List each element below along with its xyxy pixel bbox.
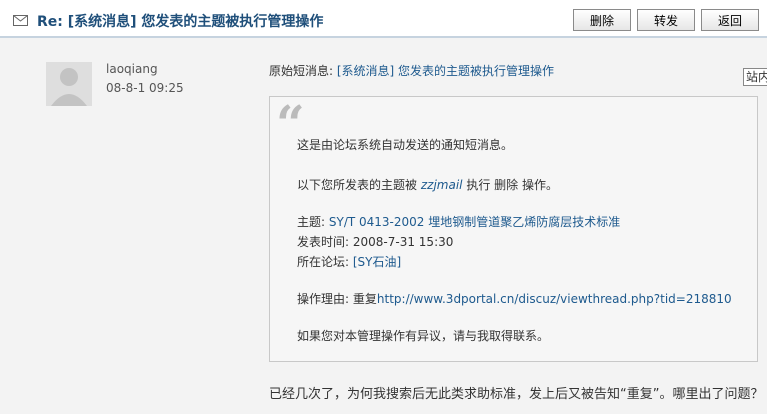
subject-label: 主题: [297,215,326,229]
back-button[interactable]: 返回 [701,9,759,31]
posttime-value: 2008-7-31 15:30 [352,235,454,249]
reason-line: 操作理由: 重复http://www.3dportal.cn/discuz/vi… [297,290,732,307]
username: laoqiang [106,62,158,76]
reason-prefix: 重复 [352,292,377,306]
original-label: 原始短消息: [269,64,334,78]
action-suffix: 执行 删除 操作。 [466,178,558,192]
original-link[interactable]: [系统消息] 您发表的主题被执行管理操作 [337,64,554,78]
avatar [46,62,92,106]
message-content: laoqiang 08-8-1 09:25 原始短消息: [系统消息] 您发表的… [0,38,767,414]
action-prefix: 以下您所发表的主题被 [297,178,418,192]
original-message: 原始短消息: [系统消息] 您发表的主题被执行管理操作 [269,62,554,79]
page-title: Re: [系统消息] 您发表的主题被执行管理操作 [37,14,324,30]
quote-line-action: 以下您所发表的主题被 zzjmail 执行 删除 操作。 [297,176,558,193]
posttime-line: 发表时间: 2008-7-31 15:30 [297,233,453,250]
reply-text: 已经几次了，为何我搜索后无此类求助标准，发上后又被告知“重复”。哪里出了问题？ [269,387,764,402]
title-bar: Re: [系统消息] 您发表的主题被执行管理操作 删除 转发 返回 [0,0,767,38]
subject-line: 主题: SY/T 0413-2002 埋地钢制管道聚乙烯防腐层技术标准 [297,213,620,230]
posttime-label: 发表时间: [297,235,350,249]
subject-link[interactable]: SY/T 0413-2002 埋地钢制管道聚乙烯防腐层技术标准 [329,215,620,229]
reason-url-link[interactable]: http://www.3dportal.cn/discuz/viewthread… [377,292,732,306]
quote-line-intro: 这是由论坛系统自动发送的通知短消息。 [297,138,514,152]
forum-label: 所在论坛: [297,255,350,269]
quote-footer: 如果您对本管理操作有异议，请与我取得联系。 [297,329,550,343]
post-time: 08-8-1 09:25 [106,81,184,95]
forum-link[interactable]: [SY石油] [353,255,401,269]
delete-button[interactable]: 删除 [573,9,631,31]
quote-block: “ 这是由论坛系统自动发送的通知短消息。 以下您所发表的主题被 zzjmail … [269,96,758,362]
forum-line: 所在论坛: [SY石油] [297,253,401,270]
moderator-name[interactable]: zzjmail [421,178,463,192]
envelope-icon [13,15,28,26]
forward-button[interactable]: 转发 [637,9,695,31]
side-input[interactable]: 站内 [743,68,767,86]
reason-label: 操作理由: [297,292,350,306]
